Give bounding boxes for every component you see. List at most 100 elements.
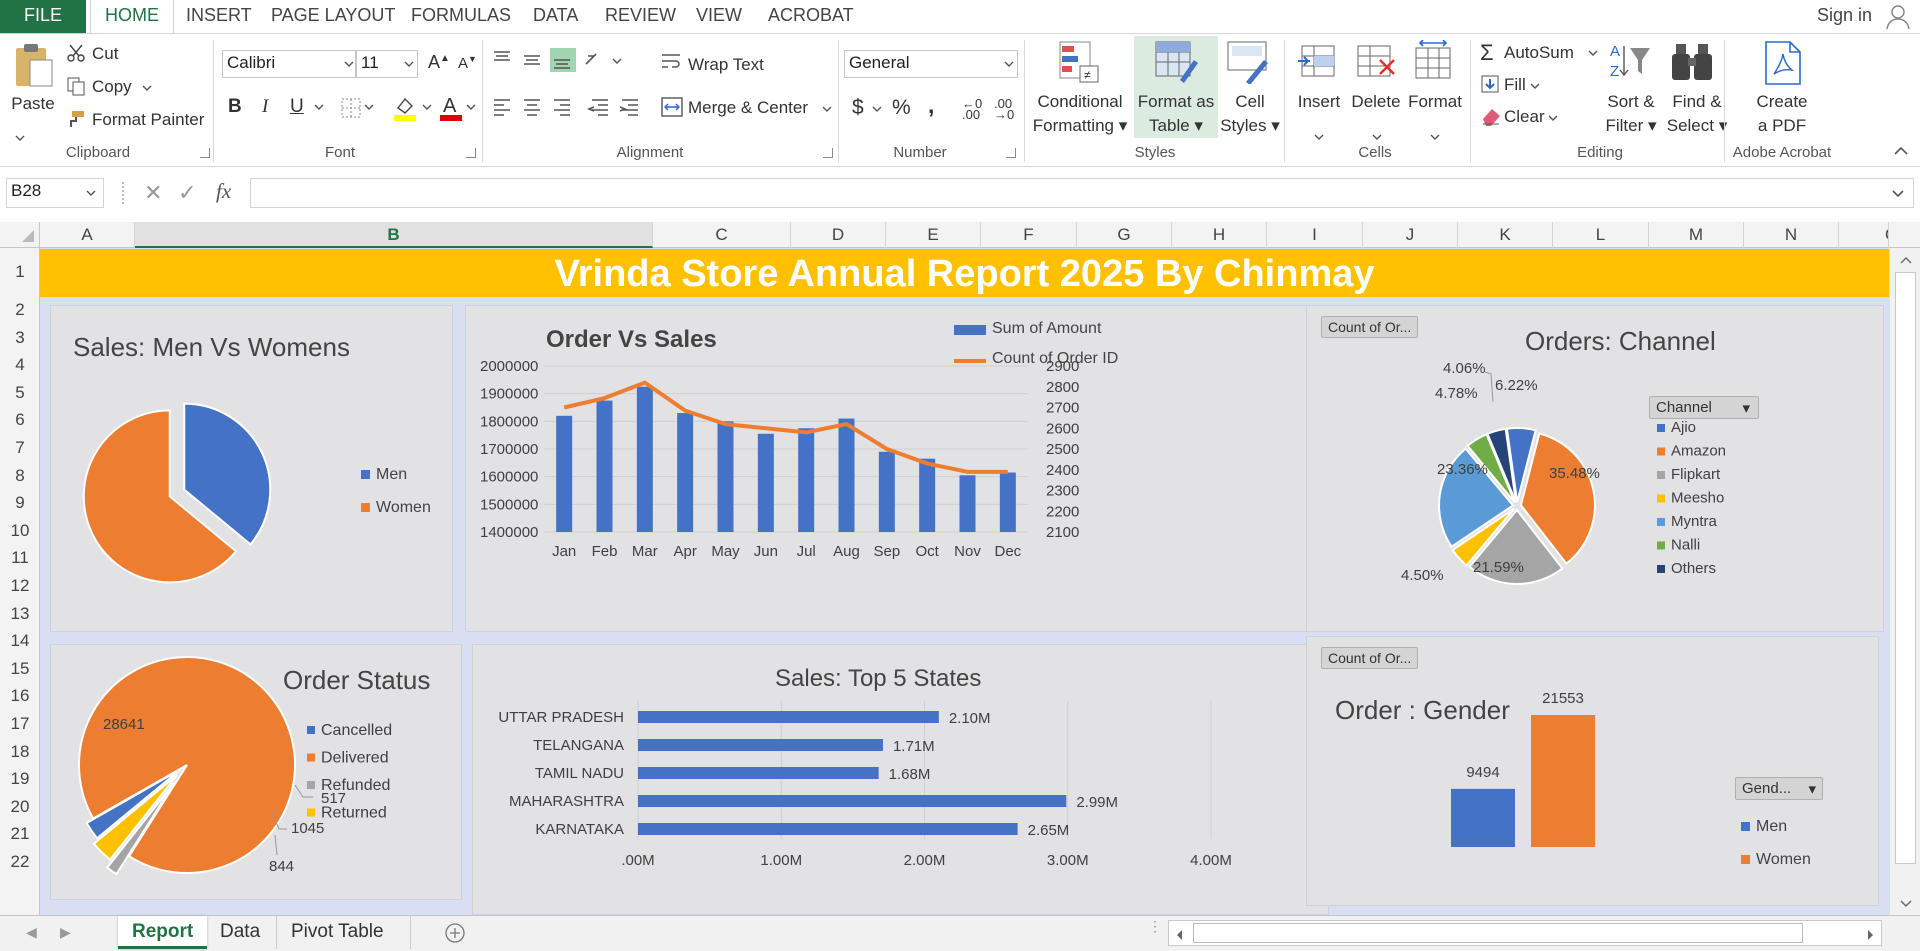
- cut-button[interactable]: Cut: [92, 44, 118, 64]
- tab-formulas[interactable]: FORMULAS: [397, 0, 525, 33]
- clear-button[interactable]: Clear: [1504, 107, 1545, 127]
- insert-button[interactable]: Insert: [1292, 90, 1346, 114]
- scroll-right-icon[interactable]: [1867, 929, 1875, 941]
- fill-color-dropdown-icon[interactable]: [422, 104, 432, 112]
- scroll-left-icon[interactable]: [1175, 929, 1183, 941]
- insert-function-button[interactable]: fx: [216, 179, 231, 204]
- format-painter-button[interactable]: Format Painter: [92, 110, 204, 130]
- alignment-launcher-icon[interactable]: [823, 148, 833, 158]
- increase-font-icon[interactable]: A▲: [428, 52, 450, 73]
- tab-file[interactable]: FILE: [0, 0, 86, 33]
- sign-in-link[interactable]: Sign in: [1817, 0, 1872, 31]
- row-header[interactable]: 13: [0, 600, 40, 628]
- cancel-icon[interactable]: ✕: [144, 180, 162, 206]
- number-launcher-icon[interactable]: [1006, 148, 1016, 158]
- sheet-tab-report[interactable]: Report: [118, 916, 208, 949]
- scroll-up-icon[interactable]: [1900, 256, 1912, 264]
- row-header[interactable]: 21: [0, 820, 40, 848]
- row-header[interactable]: 20: [0, 793, 40, 821]
- format-cells-icon[interactable]: [1412, 40, 1456, 84]
- chart-top-states[interactable]: Sales: Top 5 States .00M 1.00M 2.00M 3.00M 4…: [472, 644, 1329, 915]
- insert-cells-icon[interactable]: [1296, 40, 1340, 84]
- row-header[interactable]: 10: [0, 517, 40, 545]
- conditional-formatting-button[interactable]: Conditional Formatting ▾: [1026, 90, 1134, 138]
- paste-icon[interactable]: [12, 42, 56, 90]
- currency-dropdown-icon[interactable]: [872, 106, 882, 114]
- scroll-thumb[interactable]: [1895, 272, 1916, 864]
- font-launcher-icon[interactable]: [466, 148, 476, 158]
- italic-button[interactable]: I: [262, 96, 268, 118]
- chart-order-gender[interactable]: Count of Or... Order : Gender 9494 21553 …: [1306, 636, 1879, 906]
- binoculars-icon[interactable]: [1670, 40, 1716, 84]
- sort-filter-button[interactable]: Sort & Filter ▾: [1598, 90, 1664, 138]
- copy-dropdown-icon[interactable]: [142, 85, 152, 93]
- split-handle-icon[interactable]: ⋮: [1148, 918, 1162, 935]
- prev-sheet-icon[interactable]: ◀: [26, 924, 37, 941]
- copy-icon[interactable]: [66, 76, 86, 96]
- autosum-button[interactable]: AutoSum: [1504, 43, 1574, 63]
- delete-button[interactable]: Delete: [1348, 90, 1404, 114]
- collapse-ribbon-icon[interactable]: [1894, 146, 1908, 156]
- row-header[interactable]: 19: [0, 765, 40, 793]
- chart-order-vs-sales[interactable]: Order Vs Sales Sum of Amount Count of Or…: [465, 305, 1329, 632]
- column-header[interactable]: H: [1172, 222, 1267, 248]
- font-name-select[interactable]: Calibri: [222, 50, 356, 78]
- row-header[interactable]: 11: [0, 544, 40, 572]
- row-header[interactable]: 14: [0, 627, 40, 655]
- merge-center-icon[interactable]: [660, 96, 684, 118]
- column-header[interactable]: F: [981, 222, 1077, 248]
- tab-view[interactable]: VIEW: [682, 0, 756, 33]
- row-header[interactable]: 4: [0, 351, 40, 379]
- row-header[interactable]: 15: [0, 655, 40, 683]
- format-as-table-button[interactable]: Format as Table ▾: [1134, 90, 1218, 138]
- create-pdf-button[interactable]: Create a PDF: [1744, 90, 1820, 138]
- wrap-text-button[interactable]: Wrap Text: [688, 55, 764, 75]
- row-header[interactable]: 9: [0, 489, 40, 517]
- sheet-tab-data[interactable]: Data: [206, 916, 274, 949]
- confirm-icon[interactable]: ✓: [178, 180, 196, 206]
- row-header[interactable]: 6: [0, 406, 40, 434]
- vertical-align-icons[interactable]: [492, 48, 602, 72]
- row-header[interactable]: 16: [0, 682, 40, 710]
- clipboard-launcher-icon[interactable]: [200, 148, 210, 158]
- horizontal-align-icons[interactable]: [492, 96, 642, 120]
- cut-icon[interactable]: [66, 43, 86, 63]
- fill-button[interactable]: Fill: [1504, 75, 1526, 95]
- font-color-icon[interactable]: A: [438, 94, 464, 122]
- column-header[interactable]: I: [1267, 222, 1363, 248]
- expand-formula-icon[interactable]: [1892, 190, 1904, 198]
- user-avatar-icon[interactable]: [1884, 2, 1912, 30]
- scroll-thumb[interactable]: [1193, 923, 1803, 943]
- tab-review[interactable]: REVIEW: [591, 0, 690, 33]
- decrease-decimal-icon[interactable]: .00 →0: [994, 97, 1014, 121]
- underline-button[interactable]: U: [290, 96, 304, 118]
- decrease-font-icon[interactable]: A▼: [458, 54, 477, 72]
- number-format-select[interactable]: General: [844, 50, 1018, 78]
- percent-button[interactable]: %: [892, 96, 911, 120]
- row-header[interactable]: 12: [0, 572, 40, 600]
- tab-acrobat[interactable]: ACROBAT: [754, 0, 868, 33]
- borders-icon[interactable]: [340, 97, 362, 119]
- find-select-button[interactable]: Find & Select ▾: [1664, 90, 1730, 138]
- merge-dropdown-icon[interactable]: [822, 106, 832, 114]
- cell-styles-button[interactable]: Cell Styles ▾: [1220, 90, 1280, 138]
- underline-dropdown-icon[interactable]: [314, 104, 324, 112]
- wrap-text-icon[interactable]: [660, 52, 682, 72]
- tab-page-layout[interactable]: PAGE LAYOUT: [257, 0, 409, 33]
- column-header[interactable]: K: [1458, 222, 1553, 248]
- column-header[interactable]: L: [1553, 222, 1649, 248]
- chart-orders-channel[interactable]: Count of Or... Orders: Channel 6.22% 35.4…: [1306, 305, 1884, 632]
- gender-filter-button[interactable]: Gend... ▾: [1735, 777, 1823, 800]
- column-header-selected[interactable]: B: [135, 222, 653, 248]
- row-header[interactable]: 7: [0, 434, 40, 462]
- increase-decimal-icon[interactable]: ←0.00: [962, 97, 982, 121]
- column-header[interactable]: M: [1649, 222, 1744, 248]
- fill-color-icon[interactable]: [392, 94, 418, 122]
- sort-filter-icon[interactable]: AZ: [1608, 40, 1652, 84]
- horizontal-scrollbar[interactable]: [1168, 920, 1882, 946]
- orientation-dropdown-icon[interactable]: [612, 58, 622, 66]
- borders-dropdown-icon[interactable]: [364, 104, 374, 112]
- row-header[interactable]: 2: [0, 296, 40, 324]
- column-header[interactable]: O: [1839, 222, 1889, 248]
- currency-button[interactable]: $: [852, 96, 864, 120]
